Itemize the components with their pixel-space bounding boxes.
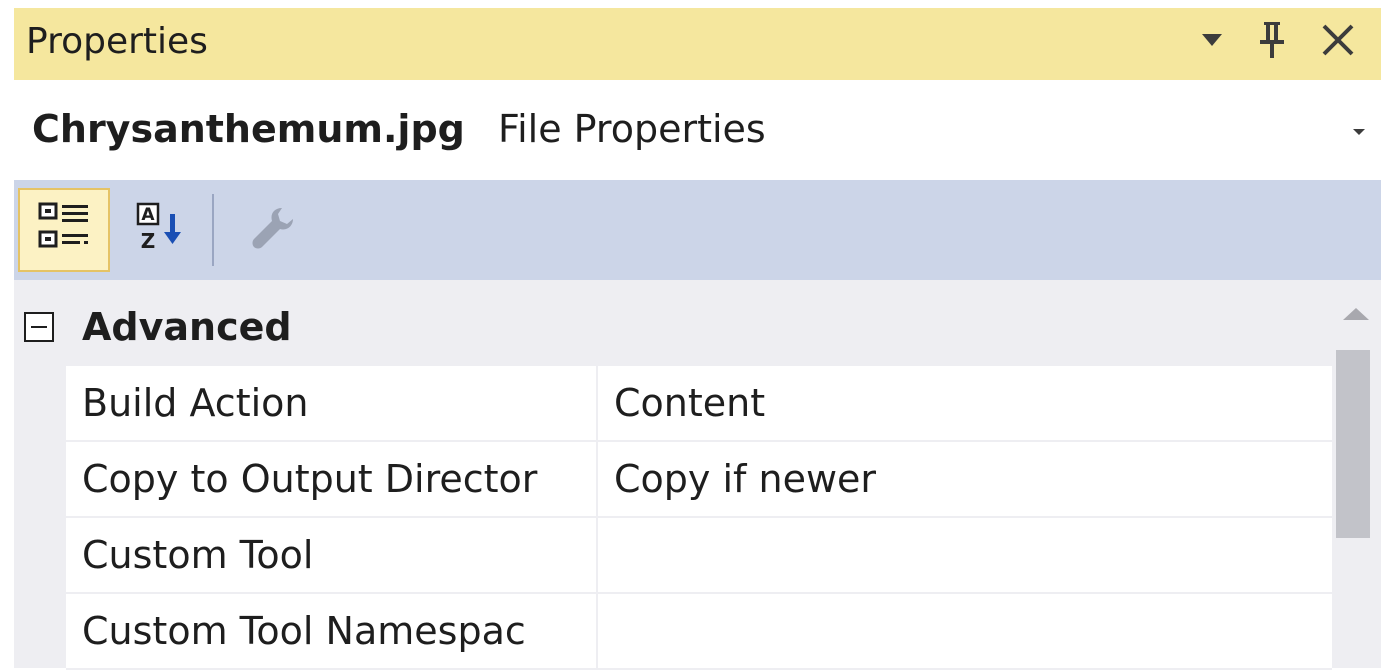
pin-icon: [1258, 20, 1286, 64]
object-selector-dropdown-button[interactable]: [1344, 120, 1374, 140]
categorized-button[interactable]: [18, 188, 110, 272]
caret-down-icon: [1200, 32, 1224, 52]
properties-panel: Properties Chrysanthemum.jpg File Proper…: [0, 0, 1381, 670]
property-row-build-action[interactable]: Build Action Content: [66, 366, 1332, 442]
property-pages-button[interactable]: [226, 188, 318, 272]
close-button[interactable]: [1316, 16, 1360, 68]
selected-object-name: Chrysanthemum.jpg: [32, 107, 465, 151]
caret-down-icon: [1352, 121, 1366, 140]
selected-object-type: File Properties: [498, 107, 766, 151]
object-selector[interactable]: Chrysanthemum.jpg File Properties: [14, 80, 1381, 180]
property-row-custom-tool[interactable]: Custom Tool: [66, 518, 1332, 594]
svg-text:Z: Z: [141, 229, 156, 253]
property-name: Build Action: [66, 366, 598, 440]
category-advanced[interactable]: Advanced: [14, 288, 1332, 366]
caret-up-icon: [1341, 306, 1371, 326]
property-value[interactable]: [600, 594, 1332, 668]
property-value[interactable]: [600, 518, 1332, 592]
property-grid: Advanced Build Action Content Copy to Ou…: [14, 280, 1332, 670]
vertical-scrollbar[interactable]: [1332, 280, 1381, 668]
scroll-thumb[interactable]: [1336, 350, 1370, 538]
categorized-icon: [34, 198, 94, 262]
property-name: Custom Tool: [66, 518, 598, 592]
wrench-icon: [242, 198, 302, 262]
property-rows: Build Action Content Copy to Output Dire…: [66, 366, 1332, 670]
property-value[interactable]: Copy if newer: [600, 442, 1332, 516]
property-name: Custom Tool Namespac: [66, 594, 598, 668]
panel-title: Properties: [26, 21, 208, 62]
property-value[interactable]: Content: [600, 366, 1332, 440]
auto-hide-pin-button[interactable]: [1250, 16, 1294, 68]
property-row-copy-to-output[interactable]: Copy to Output Director Copy if newer: [66, 442, 1332, 518]
alphabetical-button[interactable]: A Z: [114, 188, 206, 272]
window-position-dropdown-button[interactable]: [1190, 16, 1234, 68]
close-icon: [1320, 22, 1356, 62]
svg-text:A: A: [141, 205, 155, 225]
collapse-icon[interactable]: [24, 312, 54, 342]
properties-toolbar: A Z: [14, 180, 1381, 280]
sort-az-icon: A Z: [130, 198, 190, 262]
category-label: Advanced: [82, 305, 292, 349]
property-row-custom-tool-namespace[interactable]: Custom Tool Namespac: [66, 594, 1332, 670]
property-name: Copy to Output Director: [66, 442, 598, 516]
title-bar[interactable]: Properties: [14, 8, 1381, 80]
toolbar-separator: [212, 194, 214, 266]
scroll-up-button[interactable]: [1338, 304, 1374, 328]
